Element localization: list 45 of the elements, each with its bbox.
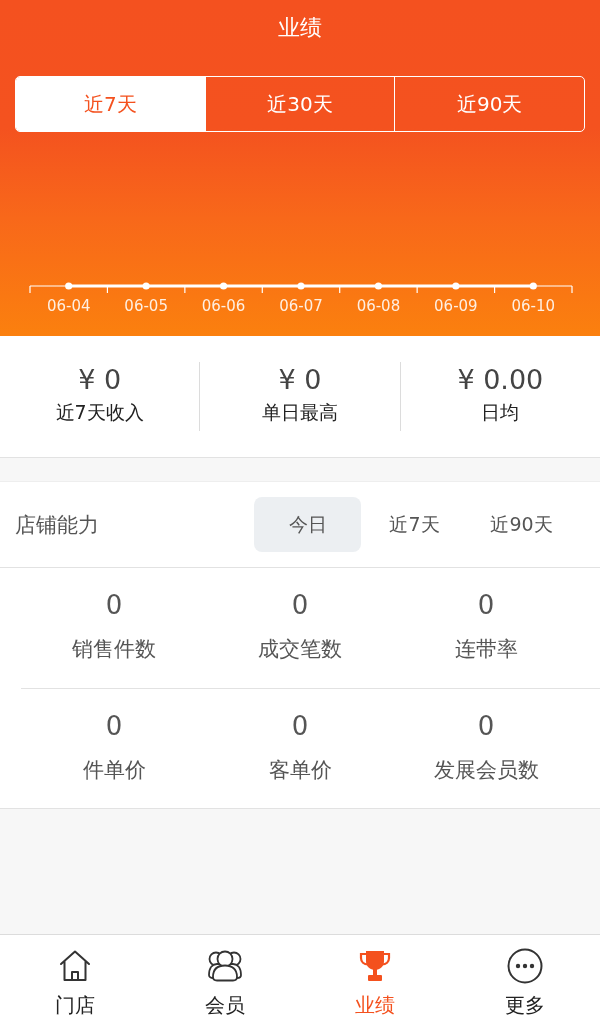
metric-label: 发展会员数 — [433, 757, 539, 784]
metric-value: 0 — [105, 710, 123, 743]
stat-value: ¥ 0 — [278, 363, 322, 397]
stat-label: 单日最高 — [262, 400, 338, 425]
metric-value: 0 — [291, 710, 309, 743]
metric-label: 客单价 — [268, 757, 332, 784]
metric-value: 0 — [477, 710, 495, 743]
people-icon — [207, 950, 243, 982]
axis-label: 06-05 — [124, 297, 168, 315]
nav-tab[interactable]: 业绩 — [300, 935, 450, 1034]
home-icon — [58, 949, 92, 983]
chart-point — [65, 282, 73, 290]
page-title: 业绩 — [278, 14, 322, 42]
axis-label: 06-06 — [201, 297, 246, 315]
metric-value: 0 — [105, 589, 123, 622]
chart-point — [219, 282, 228, 290]
axis-label: 06-09 — [434, 297, 478, 315]
metric-label: 销售件数 — [72, 636, 156, 663]
chart-point — [374, 282, 383, 290]
axis-label: 06-08 — [356, 297, 401, 315]
metric-value: 0 — [477, 589, 495, 622]
chart-point — [452, 282, 460, 290]
axis-label: 06-07 — [279, 297, 323, 315]
metric-label: 成交笔数 — [258, 636, 342, 663]
chart-point — [297, 282, 305, 290]
stat-value: ¥ 0 — [78, 363, 122, 397]
period-tab[interactable]: 近90天 — [468, 497, 575, 552]
metric-label: 件单价 — [82, 757, 146, 784]
chart-point — [142, 282, 150, 290]
trophy-icon — [358, 949, 392, 983]
axis-label: 06-04 — [46, 297, 91, 315]
nav-tab[interactable]: 门店 — [0, 935, 150, 1034]
metric-label: 连带率 — [454, 636, 518, 663]
period-tab[interactable]: 近7天 — [361, 497, 468, 552]
stat-label: 近7天收入 — [55, 400, 144, 425]
nav-tab[interactable]: 更多 — [450, 935, 600, 1034]
stat-value: ¥ 0.00 — [457, 363, 544, 397]
chart-point — [529, 282, 537, 290]
axis-label: 06-10 — [511, 297, 556, 315]
more-icon — [507, 948, 543, 984]
nav-tab[interactable]: 会员 — [150, 935, 300, 1034]
metric-value: 0 — [291, 589, 309, 622]
period-tab[interactable]: 今日 — [254, 497, 361, 552]
stat-label: 日均 — [481, 400, 520, 425]
section-title: 店铺能力 — [15, 511, 99, 539]
